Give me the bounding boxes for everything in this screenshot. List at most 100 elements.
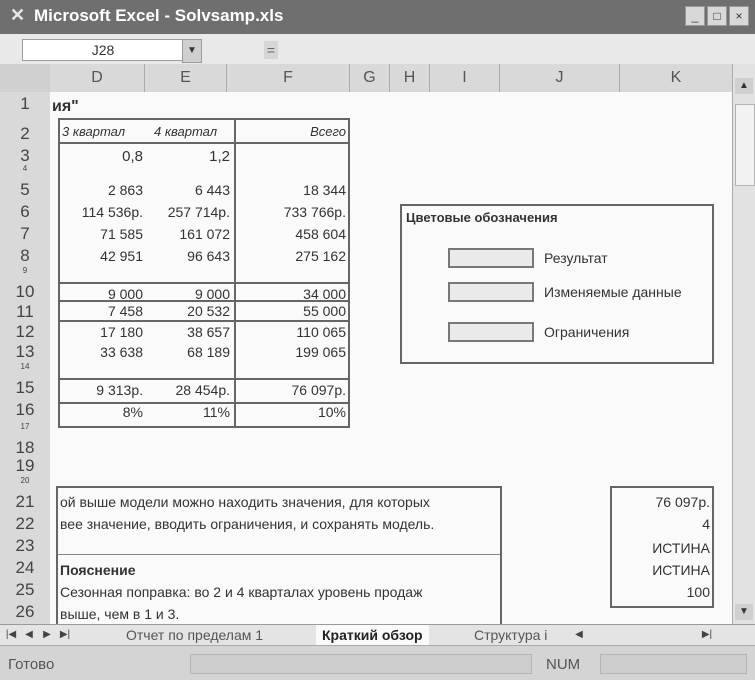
cell-e6[interactable]: 257 714р. [168,204,230,220]
row-header-10[interactable]: 10 [0,282,50,302]
row-header-15[interactable]: 15 [0,378,50,398]
cell-e11[interactable]: 20 532 [187,303,230,319]
edit-formula-button[interactable]: = [264,41,278,59]
note-line-22[interactable]: вее значение, вводить ограничения, и сох… [60,516,434,532]
row-header-19[interactable]: 19 [0,456,50,476]
select-all-corner[interactable] [0,64,51,93]
cell-f6[interactable]: 733 766р. [284,204,346,220]
cell-d11[interactable]: 7 458 [108,303,143,319]
row-header-9[interactable]: 9 [0,266,50,275]
row-header-24[interactable]: 24 [0,558,50,578]
name-box-dropdown-icon[interactable]: ▼ [182,39,202,63]
row-header-4[interactable]: 4 [0,164,50,173]
column-header-e[interactable]: E [145,64,227,92]
cell-f11[interactable]: 55 000 [303,303,346,319]
cell-e7[interactable]: 161 072 [179,226,230,242]
cell-d5[interactable]: 2 863 [108,182,143,198]
maximize-button[interactable]: □ [707,6,727,26]
cell-e13[interactable]: 68 189 [187,344,230,360]
column-header-g[interactable]: G [350,64,390,92]
scroll-down-icon[interactable]: ▼ [735,604,753,620]
row-header-22[interactable]: 22 [0,514,50,534]
scroll-thumb[interactable] [735,104,755,186]
cell-f8[interactable]: 275 162 [295,248,346,264]
cell-e16[interactable]: 11% [203,404,230,420]
note-line-25[interactable]: Сезонная поправка: во 2 и 4 кварталах ур… [60,584,422,600]
column-header-h[interactable]: H [390,64,430,92]
cell-d6[interactable]: 114 536р. [82,204,143,220]
row-header-25[interactable]: 25 [0,580,50,600]
cell-e3[interactable]: 1,2 [209,148,230,165]
cell-d12[interactable]: 17 180 [100,324,143,340]
row-header-21[interactable]: 21 [0,492,50,512]
cell-e12[interactable]: 38 657 [187,324,230,340]
side-value-1[interactable]: 76 097р. [656,494,711,510]
cell-d7[interactable]: 71 585 [100,226,143,242]
row-header-1[interactable]: 1 [0,94,50,114]
row-header-16[interactable]: 16 [0,400,50,420]
side-value-5[interactable]: 100 [687,584,710,600]
row-header-11[interactable]: 11 [0,302,50,322]
column-header-i[interactable]: I [430,64,500,92]
vertical-scrollbar[interactable]: ▲ ▼ [732,64,755,624]
last-sheet-icon[interactable]: ▶| [58,627,72,643]
tab-report-limits[interactable]: Отчет по пределам 1 [120,625,269,645]
cell-e8[interactable]: 96 643 [187,248,230,264]
first-sheet-icon[interactable]: |◀ [4,627,18,643]
column-header-f[interactable]: F [227,64,350,92]
tab-summary[interactable]: Краткий обзор [316,625,429,645]
header-q4[interactable]: 4 квартал [154,124,217,139]
row-header-2[interactable]: 2 [0,124,50,144]
cell-f5[interactable]: 18 344 [303,182,346,198]
title-cell[interactable]: ия" [52,98,79,116]
cell-d13[interactable]: 33 638 [100,344,143,360]
worksheet-grid[interactable]: ия" 3 квартал 4 квартал Всего 0,8 1,2 2 … [50,92,733,626]
close-button[interactable]: × [729,6,749,26]
row-header-14[interactable]: 14 [0,362,50,371]
header-q3[interactable]: 3 квартал [62,124,125,139]
tab-scroll-icon[interactable]: ◀ [572,627,586,643]
side-value-4[interactable]: ИСТИНА [652,562,710,578]
cell-f12[interactable]: 110 065 [296,324,346,340]
column-header-d[interactable]: D [50,64,145,92]
minimize-button[interactable]: _ [685,6,705,26]
hscroll-right-icon[interactable]: ▶| [700,627,714,643]
note-line-26[interactable]: выше, чем в 1 и 3. [60,606,179,622]
row-header-23[interactable]: 23 [0,536,50,556]
cell-d10[interactable]: 9 000 [108,286,143,302]
excel-app-icon[interactable]: ✕ [10,5,25,26]
cell-f16[interactable]: 10% [318,404,346,420]
cell-d15[interactable]: 9 313р. [96,382,143,398]
header-total[interactable]: Всего [310,124,346,139]
row-header-3[interactable]: 3 [0,146,50,166]
cell-d16[interactable]: 8% [123,404,143,420]
next-sheet-icon[interactable]: ▶ [40,627,54,643]
scroll-up-icon[interactable]: ▲ [735,78,753,94]
row-header-8[interactable]: 8 [0,246,50,266]
tab-structure[interactable]: Структура i [468,625,553,645]
note-heading[interactable]: Пояснение [60,562,135,578]
cell-d3[interactable]: 0,8 [122,148,143,165]
row-header-5[interactable]: 5 [0,180,50,200]
row-header-6[interactable]: 6 [0,202,50,222]
prev-sheet-icon[interactable]: ◀ [22,627,36,643]
cell-f15[interactable]: 76 097р. [292,382,347,398]
name-box[interactable]: J28 [22,39,184,61]
note-line-21[interactable]: ой выше модели можно находить значения, … [60,494,430,510]
row-header-26[interactable]: 26 [0,602,50,622]
row-header-17[interactable]: 17 [0,422,50,431]
cell-f10[interactable]: 34 000 [303,286,346,302]
column-header-k[interactable]: K [620,64,733,92]
cell-e10[interactable]: 9 000 [195,286,230,302]
cell-e5[interactable]: 6 443 [195,182,230,198]
side-value-3[interactable]: ИСТИНА [652,540,710,556]
cell-f13[interactable]: 199 065 [295,344,346,360]
cell-f7[interactable]: 458 604 [295,226,346,242]
row-header-20[interactable]: 20 [0,476,50,485]
cell-d8[interactable]: 42 951 [100,248,143,264]
row-header-7[interactable]: 7 [0,224,50,244]
side-value-2[interactable]: 4 [702,516,710,532]
cell-e15[interactable]: 28 454р. [176,382,231,398]
row-header-13[interactable]: 13 [0,342,50,362]
row-header-18[interactable]: 18 [0,438,50,458]
